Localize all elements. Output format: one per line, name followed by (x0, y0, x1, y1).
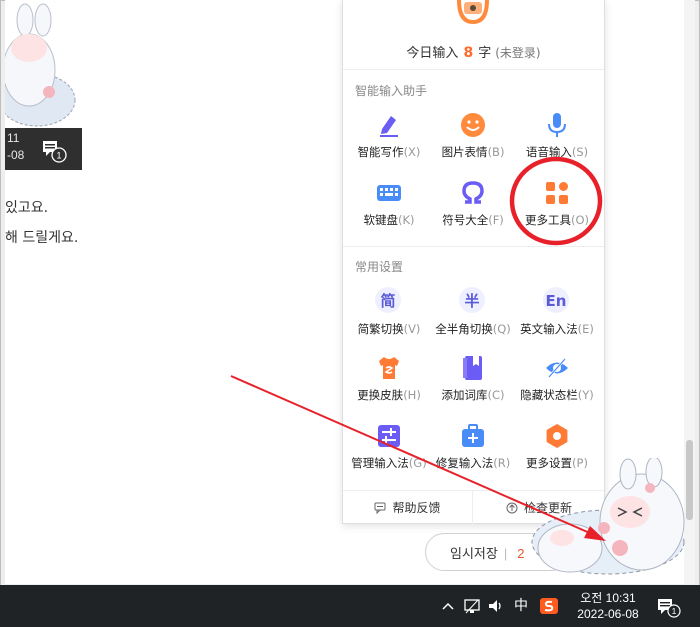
toolbox-icon (462, 424, 484, 447)
mascot-thumbnail-image (5, 0, 82, 128)
thumbnail-time: 11 (7, 131, 20, 145)
shortcut-key: (O) (570, 213, 590, 227)
comment-icon[interactable]: 1 (41, 139, 67, 163)
content-line: 해 드릴게요. (5, 230, 79, 246)
shortcut-key: (F) (488, 213, 504, 227)
en-icon: En (543, 287, 569, 313)
section-divider (343, 246, 604, 247)
shortcut-key: (E) (577, 322, 594, 336)
sogou-ime-icon[interactable] (539, 596, 559, 616)
login-status[interactable]: (未登录) (495, 46, 540, 60)
help-feedback-button[interactable]: 帮助反馈 (343, 491, 473, 525)
shortcut-key: (H) (403, 388, 421, 402)
ban-icon: 半 (459, 287, 485, 313)
ime-mascot-icon (457, 0, 489, 25)
tool-label: 图片表情 (441, 145, 488, 159)
tool-label: 符号大全 (442, 213, 489, 227)
apps-icon (546, 182, 568, 204)
temp-save-count: 2 (517, 545, 525, 561)
shortcut-key: (S) (571, 145, 589, 159)
upload-icon (506, 502, 518, 514)
tool-repair-ime[interactable]: 修复输入法(R) (430, 423, 516, 483)
today-unit: 字 (478, 46, 492, 61)
pen-icon (380, 116, 398, 137)
svg-text:1: 1 (672, 606, 677, 616)
omega-icon (462, 181, 484, 204)
today-input-stats: 今日输入 8 字 (未登录) (343, 42, 604, 61)
shortcut-key: (X) (403, 145, 421, 159)
content-line: 있고요. (5, 200, 49, 216)
eye-hidden-icon (546, 358, 568, 378)
tool-symbols[interactable]: 符号大全(F) (430, 180, 516, 240)
shortcut-key: (B) (487, 145, 505, 159)
temp-save-label: 임시저장 (450, 545, 498, 561)
tool-english-input[interactable]: En 英文输入法(E) (514, 287, 600, 349)
tool-smart-writing[interactable]: 智能写作(X) (346, 112, 432, 172)
tool-label: 隐藏状态栏 (520, 388, 578, 402)
tool-label: 全半角切换 (435, 322, 493, 336)
section-title-assistant: 智能输入助手 (355, 84, 428, 98)
tool-simplified-traditional[interactable]: 简 简繁切换(V) (346, 287, 432, 349)
tool-label: 添加词库 (441, 388, 488, 402)
shirt-icon (379, 357, 399, 379)
tool-add-dictionary[interactable]: 添加词库(C) (430, 355, 516, 415)
today-label: 今日输入 (406, 46, 459, 61)
tool-manage-ime[interactable]: 管理输入法(G) (346, 423, 432, 483)
jian-icon: 简 (375, 287, 401, 313)
feedback-icon (374, 502, 386, 514)
thumbnail-date: -08 (7, 148, 25, 162)
today-count: 8 (463, 45, 474, 61)
chevron-up-icon[interactable] (438, 596, 458, 616)
network-icon[interactable] (462, 596, 482, 616)
tool-label: 修复输入法 (435, 456, 494, 470)
separator: | (503, 545, 508, 561)
tool-more-tools[interactable]: 更多工具(O) (514, 180, 600, 240)
thumbnail-card[interactable]: 11 -08 1 (5, 0, 82, 170)
tool-image-emoji[interactable]: 图片表情(B) (430, 112, 516, 172)
tool-label: 英文输入法 (520, 322, 578, 336)
shortcut-key: (Y) (577, 388, 594, 402)
tool-label: 简繁切换 (357, 322, 404, 336)
hex-gear-icon (546, 424, 568, 448)
clock-date[interactable]: 2022-06-08 (573, 607, 643, 621)
keyboard-icon (377, 185, 401, 201)
help-feedback-label: 帮助反馈 (392, 501, 441, 515)
book-icon (463, 356, 482, 380)
tool-label: 智能写作 (357, 145, 404, 159)
ime-mode-indicator[interactable]: 中 (511, 596, 531, 616)
ime-tools-panel: 今日输入 8 字 (未登录) 智能输入助手 智能写作(X) 图片表情(B) 语音输入(… (342, 0, 605, 525)
section-title-settings: 常用设置 (355, 260, 404, 274)
smile-icon (461, 113, 485, 137)
svg-text:1: 1 (56, 151, 61, 161)
mascot-sticker-image (531, 458, 685, 575)
tool-hide-status-bar[interactable]: 隐藏状态栏(Y) (514, 355, 600, 415)
tool-label: 更换皮肤 (357, 388, 404, 402)
tool-change-skin[interactable]: 更换皮肤(H) (346, 355, 432, 415)
tool-label: 软键盘 (363, 213, 398, 227)
manage-icon (378, 425, 400, 447)
tool-label: 管理输入法 (351, 456, 409, 470)
notification-center-icon[interactable]: 1 (656, 596, 682, 618)
shortcut-key: (V) (403, 322, 421, 336)
tool-voice-input[interactable]: 语音输入(S) (514, 112, 600, 172)
ime-header: 今日输入 8 字 (未登录) (343, 0, 604, 70)
mic-icon (548, 113, 566, 137)
speaker-icon[interactable] (486, 596, 506, 616)
tool-label: 语音输入 (525, 145, 572, 159)
tool-full-half-width[interactable]: 半 全半角切换(Q) (430, 287, 516, 349)
tool-soft-keyboard[interactable]: 软键盘(K) (346, 180, 432, 240)
clock-time[interactable]: 오전 10:31 (573, 589, 643, 606)
tool-label: 更多工具 (524, 213, 571, 227)
shortcut-key: (K) (397, 213, 415, 227)
taskbar: 中 오전 10:31 2022-06-08 1 (0, 585, 700, 627)
shortcut-key: (C) (487, 388, 505, 402)
